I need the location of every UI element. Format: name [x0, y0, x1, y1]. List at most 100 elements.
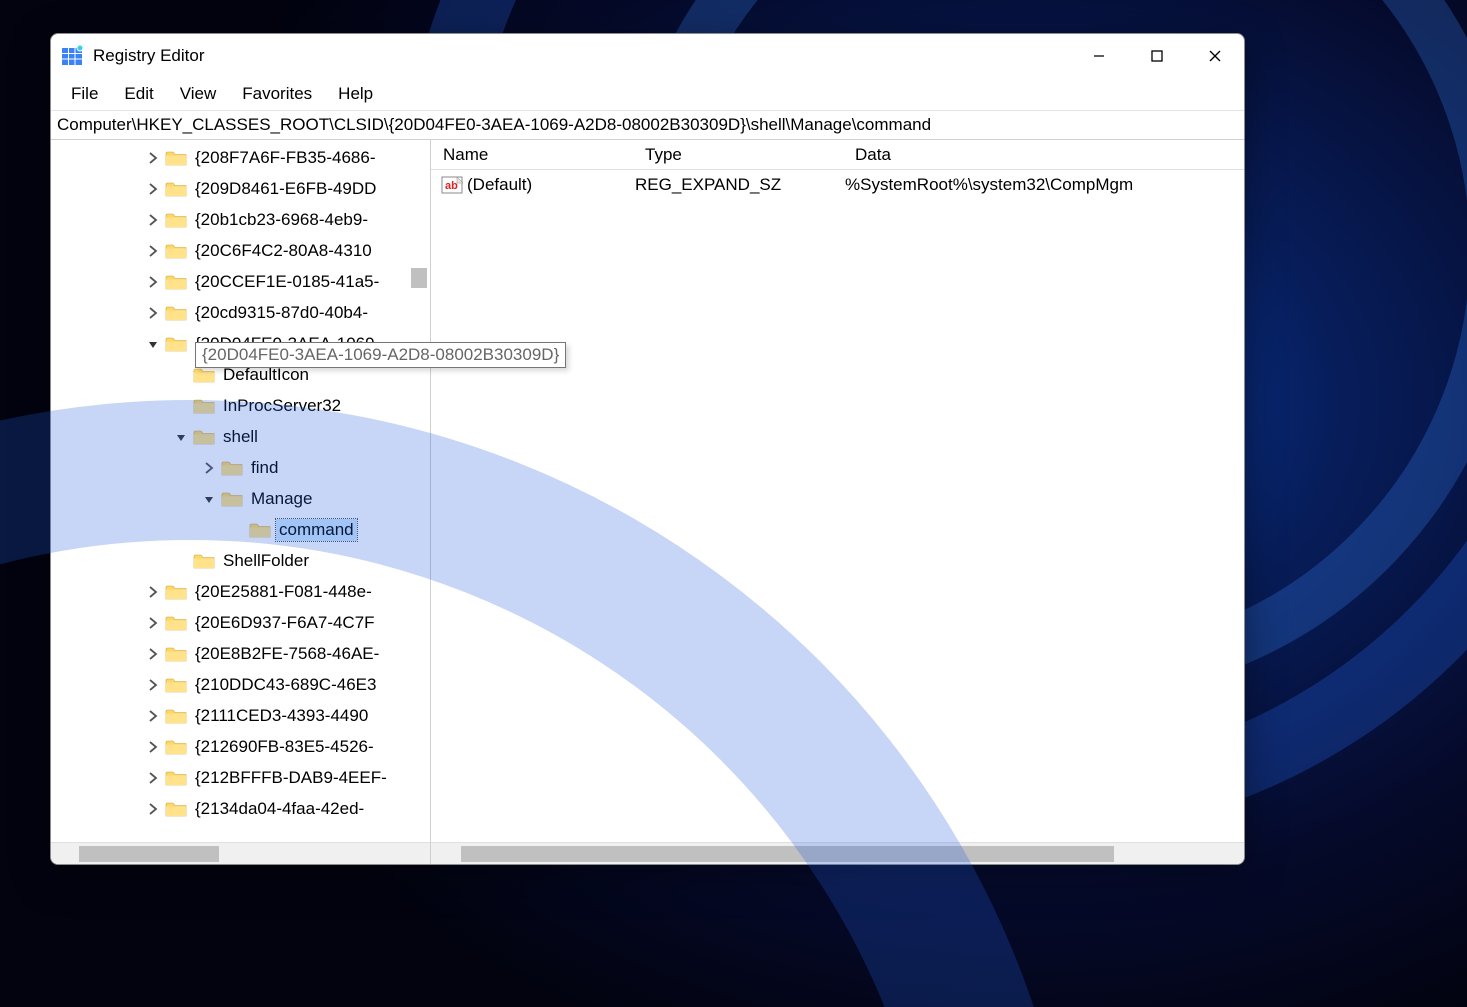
expand-icon[interactable] [145, 181, 161, 197]
tree-node[interactable]: {212690FB-83E5-4526- [51, 731, 430, 762]
list-row[interactable]: (Default)REG_EXPAND_SZ%SystemRoot%\syste… [431, 170, 1244, 200]
column-header-name[interactable]: Name [431, 145, 633, 165]
folder-icon [193, 552, 215, 570]
tree-node[interactable]: {208F7A6F-FB35-4686- [51, 142, 430, 173]
folder-icon [221, 459, 243, 477]
tree-node-label: shell [220, 426, 261, 448]
collapse-icon[interactable] [173, 429, 189, 445]
address-bar[interactable]: Computer\HKEY_CLASSES_ROOT\CLSID\{20D04F… [51, 110, 1244, 140]
tree-node-label: command [276, 519, 357, 541]
folder-icon [165, 676, 187, 694]
tree-node-label: {20E8B2FE-7568-46AE- [192, 643, 382, 665]
value-data: %SystemRoot%\system32\CompMgm [845, 175, 1133, 195]
tree-vertical-scrollbar[interactable] [410, 142, 428, 840]
folder-icon [165, 800, 187, 818]
tree-node-label: {212BFFFB-DAB9-4EEF- [192, 767, 390, 789]
expand-icon[interactable] [145, 274, 161, 290]
folder-icon [249, 521, 271, 539]
value-name: (Default) [467, 175, 635, 195]
tree-node-label: {20E6D937-F6A7-4C7F [192, 612, 378, 634]
expand-icon[interactable] [145, 770, 161, 786]
tree-node-label: ShellFolder [220, 550, 312, 572]
menu-help[interactable]: Help [326, 82, 385, 106]
tree-node[interactable]: {2111CED3-4393-4490 [51, 700, 430, 731]
tree-node[interactable]: find [51, 452, 430, 483]
expand-icon[interactable] [145, 305, 161, 321]
tree-node[interactable]: {2134da04-4faa-42ed- [51, 793, 430, 824]
tree-node[interactable]: {212BFFFB-DAB9-4EEF- [51, 762, 430, 793]
menu-view[interactable]: View [168, 82, 229, 106]
expand-icon[interactable] [201, 460, 217, 476]
tree-node[interactable]: {20C6F4C2-80A8-4310 [51, 235, 430, 266]
folder-icon [165, 707, 187, 725]
list-horizontal-scrollbar[interactable] [431, 842, 1244, 864]
tree-node-label: {20cd9315-87d0-40b4- [192, 302, 371, 324]
folder-icon [221, 490, 243, 508]
collapse-icon[interactable] [145, 336, 161, 352]
column-header-type[interactable]: Type [633, 145, 843, 165]
tree-node[interactable]: shell [51, 421, 430, 452]
folder-icon [165, 149, 187, 167]
close-button[interactable] [1186, 34, 1244, 78]
tree-node[interactable]: {209D8461-E6FB-49DD [51, 173, 430, 204]
menu-file[interactable]: File [59, 82, 110, 106]
column-header-data[interactable]: Data [843, 145, 1244, 165]
folder-icon [165, 769, 187, 787]
regedit-icon [61, 45, 83, 67]
tree-node[interactable]: {20b1cb23-6968-4eb9- [51, 204, 430, 235]
expand-icon[interactable] [145, 677, 161, 693]
tree-node-label: Manage [248, 488, 315, 510]
tree-node-label: {20C6F4C2-80A8-4310 [192, 240, 375, 262]
menu-edit[interactable]: Edit [112, 82, 165, 106]
folder-icon [165, 614, 187, 632]
tree-horizontal-scrollbar[interactable] [51, 842, 430, 864]
menu-favorites[interactable]: Favorites [230, 82, 324, 106]
tree-node-label: {212690FB-83E5-4526- [192, 736, 377, 758]
expand-icon[interactable] [145, 243, 161, 259]
tree-node[interactable]: InProcServer32 [51, 390, 430, 421]
maximize-button[interactable] [1128, 34, 1186, 78]
list-pane: Name Type Data (Default)REG_EXPAND_SZ%Sy… [431, 140, 1244, 864]
list-view[interactable]: (Default)REG_EXPAND_SZ%SystemRoot%\syste… [431, 170, 1244, 842]
folder-icon [165, 335, 187, 353]
tree-node-label: {208F7A6F-FB35-4686- [192, 147, 379, 169]
titlebar[interactable]: Registry Editor [51, 34, 1244, 78]
expand-icon[interactable] [145, 150, 161, 166]
tree-node-label: {2134da04-4faa-42ed- [192, 798, 367, 820]
tree-node-label: {20b1cb23-6968-4eb9- [192, 209, 371, 231]
list-header: Name Type Data [431, 140, 1244, 170]
registry-editor-window: Registry Editor File Edit View Favorites… [50, 33, 1245, 865]
minimize-button[interactable] [1070, 34, 1128, 78]
tree-node-label: {209D8461-E6FB-49DD [192, 178, 379, 200]
tree-node-label: {20CCEF1E-0185-41a5- [192, 271, 382, 293]
expand-icon[interactable] [145, 708, 161, 724]
tree-node[interactable]: {20CCEF1E-0185-41a5- [51, 266, 430, 297]
expand-icon[interactable] [145, 212, 161, 228]
tree-node[interactable]: {210DDC43-689C-46E3 [51, 669, 430, 700]
expand-icon[interactable] [145, 801, 161, 817]
folder-icon [165, 180, 187, 198]
tree-node[interactable]: {20cd9315-87d0-40b4- [51, 297, 430, 328]
folder-icon [165, 273, 187, 291]
tree-node[interactable]: {20E25881-F081-448e- [51, 576, 430, 607]
tree-view[interactable]: {208F7A6F-FB35-4686- {209D8461-E6FB-49DD {… [51, 140, 430, 842]
tree-node[interactable]: Manage [51, 483, 430, 514]
menubar: File Edit View Favorites Help [51, 78, 1244, 110]
expand-icon[interactable] [145, 646, 161, 662]
collapse-icon[interactable] [201, 491, 217, 507]
folder-icon [165, 738, 187, 756]
tree-node[interactable]: {20E6D937-F6A7-4C7F [51, 607, 430, 638]
tree-node-label: {210DDC43-689C-46E3 [192, 674, 379, 696]
tree-node-label: InProcServer32 [220, 395, 344, 417]
folder-icon [165, 211, 187, 229]
tree-node[interactable]: ShellFolder [51, 545, 430, 576]
string-value-icon [441, 175, 463, 195]
folder-icon [193, 366, 215, 384]
folder-icon [165, 583, 187, 601]
tree-node[interactable]: command [51, 514, 430, 545]
tree-node[interactable]: {20E8B2FE-7568-46AE- [51, 638, 430, 669]
expand-icon[interactable] [145, 739, 161, 755]
expand-icon[interactable] [145, 584, 161, 600]
address-text: Computer\HKEY_CLASSES_ROOT\CLSID\{20D04F… [57, 115, 931, 135]
expand-icon[interactable] [145, 615, 161, 631]
